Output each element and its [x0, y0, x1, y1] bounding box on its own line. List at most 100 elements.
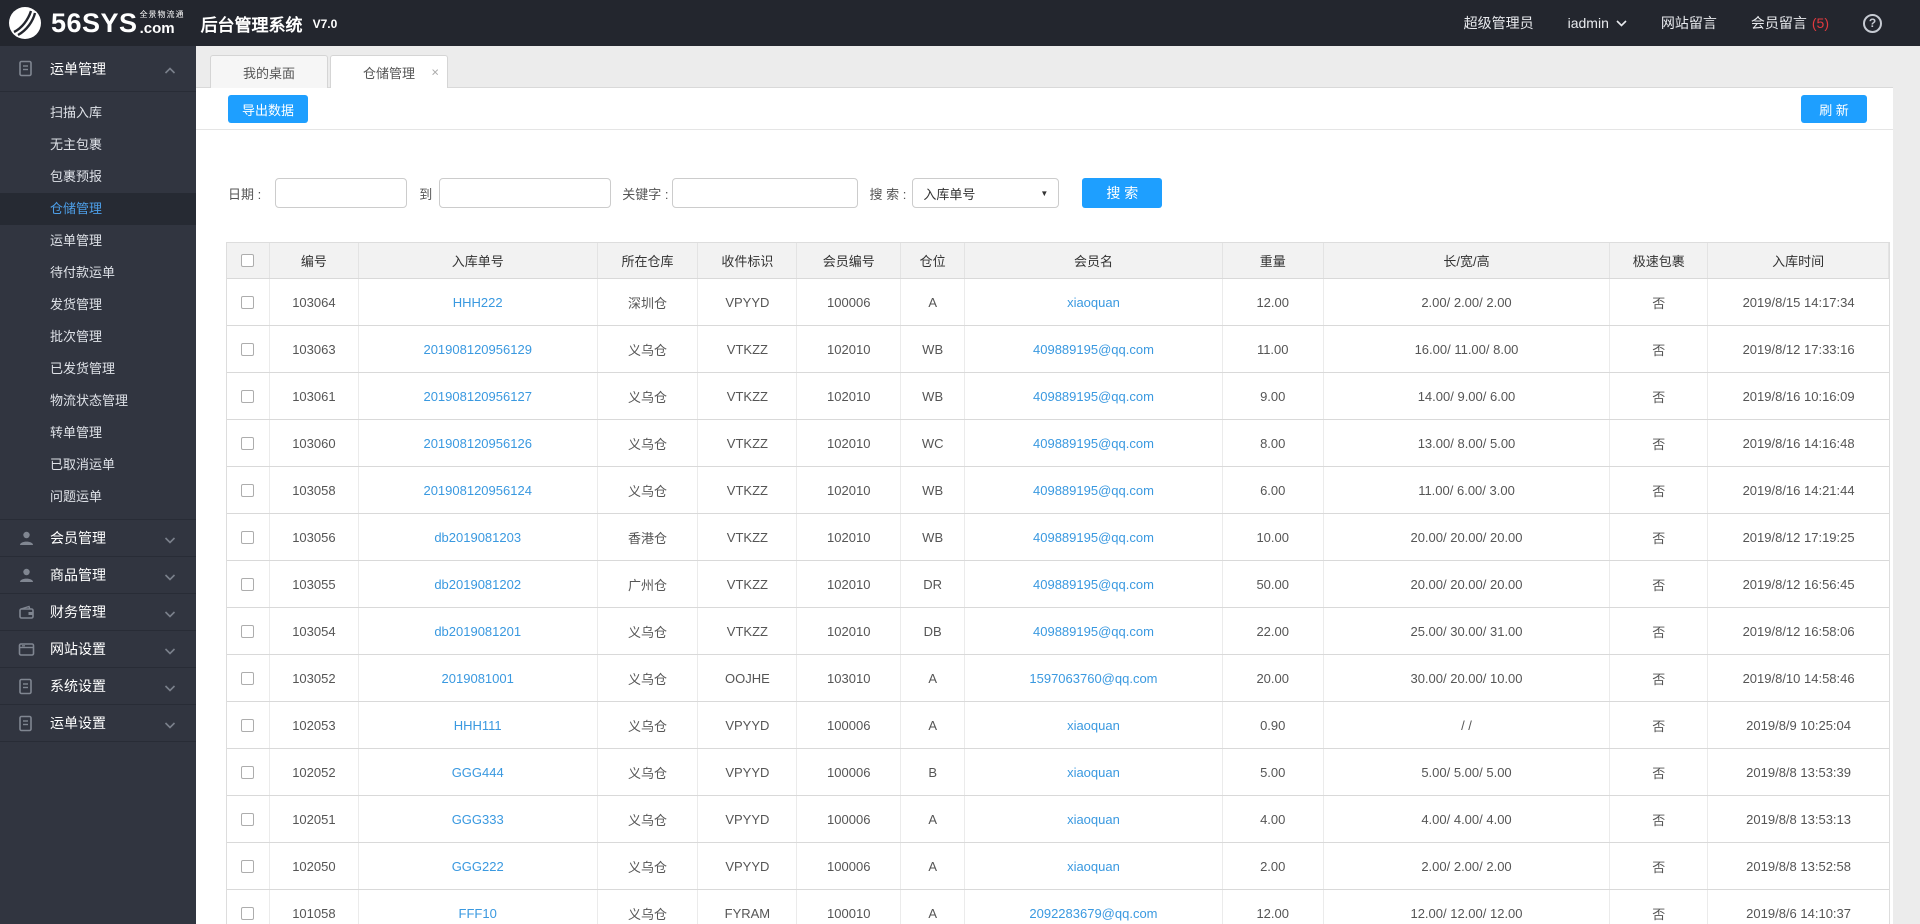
row-checkbox[interactable] — [241, 483, 255, 497]
inbound_no-link[interactable]: HHH222 — [453, 295, 503, 310]
site-messages-link[interactable]: 网站留言 — [1661, 13, 1717, 33]
cell-slot: A — [901, 702, 966, 748]
row-checkbox[interactable] — [241, 389, 255, 403]
sidebar-item-已发货管理[interactable]: 已发货管理 — [0, 353, 196, 385]
sidebar-item-扫描入库[interactable]: 扫描入库 — [0, 97, 196, 129]
inbound_no-link[interactable]: FFF10 — [459, 906, 497, 921]
sidebar-item-发货管理[interactable]: 发货管理 — [0, 289, 196, 321]
cell-id: 102053 — [270, 702, 359, 748]
inbound_no-link[interactable]: db2019081203 — [434, 530, 521, 545]
row-checkbox[interactable] — [241, 765, 255, 779]
cell-dims: 2.00/ 2.00/ 2.00 — [1324, 279, 1611, 325]
row-checkbox[interactable] — [241, 624, 255, 638]
member-link[interactable]: 409889195@qq.com — [1033, 530, 1154, 545]
cell-time: 2019/8/8 13:53:13 — [1746, 811, 1851, 827]
member-link[interactable]: 409889195@qq.com — [1033, 577, 1154, 592]
member-link[interactable]: xiaoquan — [1067, 812, 1120, 827]
member-link[interactable]: 1597063760@qq.com — [1029, 671, 1157, 686]
search-button[interactable]: 搜 索 — [1082, 178, 1163, 208]
cell-warehouse: 深圳仓 — [598, 279, 699, 325]
sidebar-group-header-2[interactable]: 商品管理 — [0, 557, 196, 594]
member-link[interactable]: 409889195@qq.com — [1033, 342, 1154, 357]
sidebar-item-物流状态管理[interactable]: 物流状态管理 — [0, 385, 196, 417]
sidebar-item-包裹预报[interactable]: 包裹预报 — [0, 161, 196, 193]
member-link[interactable]: 409889195@qq.com — [1033, 483, 1154, 498]
sidebar-item-仓储管理[interactable]: 仓储管理 — [0, 193, 196, 225]
member-link[interactable]: 409889195@qq.com — [1033, 436, 1154, 451]
sidebar-group-label: 运单设置 — [50, 715, 106, 731]
cell-id: 102052 — [270, 749, 359, 795]
row-checkbox[interactable] — [241, 530, 255, 544]
sidebar-group-label: 财务管理 — [50, 604, 106, 620]
cell-warehouse: 义乌仓 — [598, 843, 699, 889]
row-checkbox[interactable] — [241, 342, 255, 356]
inbound_no-link[interactable]: GGG222 — [452, 859, 504, 874]
member-link[interactable]: 2092283679@qq.com — [1029, 906, 1157, 921]
date-to-input[interactable] — [439, 178, 612, 208]
inbound_no-link[interactable]: 201908120956124 — [423, 483, 531, 498]
row-checkbox[interactable] — [241, 812, 255, 826]
inbound_no-link[interactable]: GGG333 — [452, 812, 504, 827]
keyword-input[interactable] — [672, 178, 859, 208]
member-link[interactable]: xiaoquan — [1067, 295, 1120, 310]
sidebar-group-items: 扫描入库 无主包裹 包裹预报 仓储管理 运单管理 待付款运单 发货管理 批次管理 已发货管理 物流… — [0, 92, 196, 520]
search-type-select[interactable]: 入库单号 ▼ — [912, 178, 1060, 208]
close-icon[interactable]: × — [431, 66, 439, 79]
row-checkbox[interactable] — [241, 295, 255, 309]
inbound_no-link[interactable]: 201908120956129 — [423, 342, 531, 357]
row-checkbox[interactable] — [241, 906, 255, 920]
select-all-checkbox[interactable] — [241, 254, 255, 267]
sidebar-item-待付款运单[interactable]: 待付款运单 — [0, 257, 196, 289]
export-data-button[interactable]: 导出数据 — [228, 95, 309, 123]
refresh-button[interactable]: 刷 新 — [1801, 95, 1867, 123]
sidebar-item-问题运单[interactable]: 问题运单 — [0, 481, 196, 513]
inbound_no-link[interactable]: 201908120956127 — [423, 389, 531, 404]
sidebar-item-无主包裹[interactable]: 无主包裹 — [0, 129, 196, 161]
member-link[interactable]: 409889195@qq.com — [1033, 389, 1154, 404]
cell-recv_mark: OOJHE — [698, 655, 798, 701]
inbound_no-link[interactable]: 201908120956126 — [423, 436, 531, 451]
sidebar-group-header-0[interactable]: 运单管理 — [0, 46, 196, 92]
inbound_no-link[interactable]: 2019081001 — [442, 671, 514, 686]
row-checkbox[interactable] — [241, 577, 255, 591]
help-button[interactable]: ? — [1863, 13, 1882, 33]
tab-我的桌面[interactable]: 我的桌面 — [210, 55, 328, 88]
sidebar-group-header-6[interactable]: 运单设置 — [0, 705, 196, 742]
sidebar-group-header-3[interactable]: 财务管理 — [0, 594, 196, 631]
tab-仓储管理[interactable]: 仓储管理 × — [330, 55, 448, 88]
sidebar-group-label: 运单管理 — [50, 60, 106, 77]
sidebar-group-header-1[interactable]: 会员管理 — [0, 520, 196, 557]
date-from-input[interactable] — [275, 178, 408, 208]
cell-member_no: 102010 — [797, 326, 902, 372]
cell-dims: 5.00/ 5.00/ 5.00 — [1324, 749, 1611, 795]
cell-member_no: 103010 — [797, 655, 902, 701]
inbound_no-link[interactable]: GGG444 — [452, 765, 504, 780]
cell-express: 否 — [1610, 420, 1709, 466]
member-link[interactable]: xiaoquan — [1067, 718, 1120, 733]
inbound_no-link[interactable]: HHH111 — [454, 718, 502, 733]
cell-checkbox — [227, 890, 270, 924]
app-title: 后台管理系统 — [200, 15, 303, 35]
row-checkbox[interactable] — [241, 859, 255, 873]
cell-inbound_no: GGG222 — [359, 843, 598, 889]
cell-member: 409889195@qq.com — [965, 514, 1223, 560]
row-checkbox[interactable] — [241, 671, 255, 685]
row-checkbox[interactable] — [241, 436, 255, 450]
member-link[interactable]: 409889195@qq.com — [1033, 624, 1154, 639]
sidebar-group-header-4[interactable]: 网站设置 — [0, 631, 196, 668]
sidebar-item-转单管理[interactable]: 转单管理 — [0, 417, 196, 449]
cell-warehouse: 义乌仓 — [598, 420, 699, 466]
member-link[interactable]: xiaoquan — [1067, 859, 1120, 874]
inbound_no-link[interactable]: db2019081201 — [434, 624, 521, 639]
sidebar-item-批次管理[interactable]: 批次管理 — [0, 321, 196, 353]
sidebar-item-运单管理[interactable]: 运单管理 — [0, 225, 196, 257]
cell-dims: 20.00/ 20.00/ 20.00 — [1324, 561, 1611, 607]
sidebar-group-header-5[interactable]: 系统设置 — [0, 668, 196, 705]
member-link[interactable]: xiaoquan — [1067, 765, 1120, 780]
row-checkbox[interactable] — [241, 718, 255, 732]
sidebar-item-已取消运单[interactable]: 已取消运单 — [0, 449, 196, 481]
inbound_no-link[interactable]: db2019081202 — [434, 577, 521, 592]
user-menu[interactable]: iadmin — [1568, 15, 1627, 31]
cell-time: 2019/8/12 16:58:06 — [1742, 623, 1855, 639]
member-messages-link[interactable]: 会员留言 (5) — [1751, 13, 1829, 33]
